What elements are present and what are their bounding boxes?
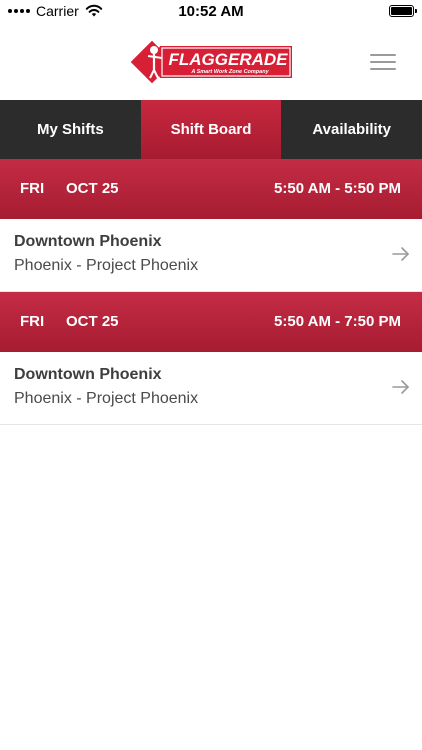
shift-title: Downtown Phoenix	[14, 366, 162, 383]
tab-bar: My Shifts Shift Board Availability	[0, 100, 422, 159]
shift-date: OCT 25	[66, 313, 119, 330]
arrow-right-icon[interactable]	[392, 379, 410, 395]
shift-time: 5:50 AM - 7:50 PM	[274, 313, 401, 330]
flaggerade-logo: FLAGGERADE A Smart Work Zone Company	[130, 40, 292, 84]
shift-header: FRI OCT 25 5:50 AM - 5:50 PM	[0, 159, 422, 219]
tab-availability[interactable]: Availability	[281, 100, 422, 159]
logo-tagline: A Smart Work Zone Company	[190, 69, 269, 75]
shift-header: FRI OCT 25 5:50 AM - 7:50 PM	[0, 292, 422, 352]
shift-title: Downtown Phoenix	[14, 233, 162, 250]
shift-day: FRI	[20, 180, 45, 197]
arrow-right-icon[interactable]	[392, 246, 410, 262]
tab-shift-board[interactable]: Shift Board	[140, 100, 282, 159]
status-time: 10:52 AM	[178, 3, 244, 20]
shift-subtitle: Phoenix - Project Phoenix	[14, 390, 199, 407]
shift-item[interactable]: Downtown Phoenix Phoenix - Project Phoen…	[0, 219, 422, 292]
status-bar: Carrier 10:52 AM	[0, 0, 422, 24]
shift-date: OCT 25	[66, 180, 119, 197]
battery-icon	[389, 5, 417, 17]
shift-time: 5:50 AM - 5:50 PM	[274, 180, 401, 197]
shift-list: FRI OCT 25 5:50 AM - 5:50 PM Downtown Ph…	[0, 159, 422, 425]
shift-day: FRI	[20, 313, 45, 330]
tab-my-shifts[interactable]: My Shifts	[0, 100, 141, 159]
shift-item[interactable]: Downtown Phoenix Phoenix - Project Phoen…	[0, 352, 422, 425]
hamburger-menu-icon[interactable]	[370, 54, 396, 70]
app-header: FLAGGERADE A Smart Work Zone Company	[0, 24, 422, 100]
shift-subtitle: Phoenix - Project Phoenix	[14, 257, 199, 274]
logo-text: FLAGGERADE	[169, 50, 289, 69]
